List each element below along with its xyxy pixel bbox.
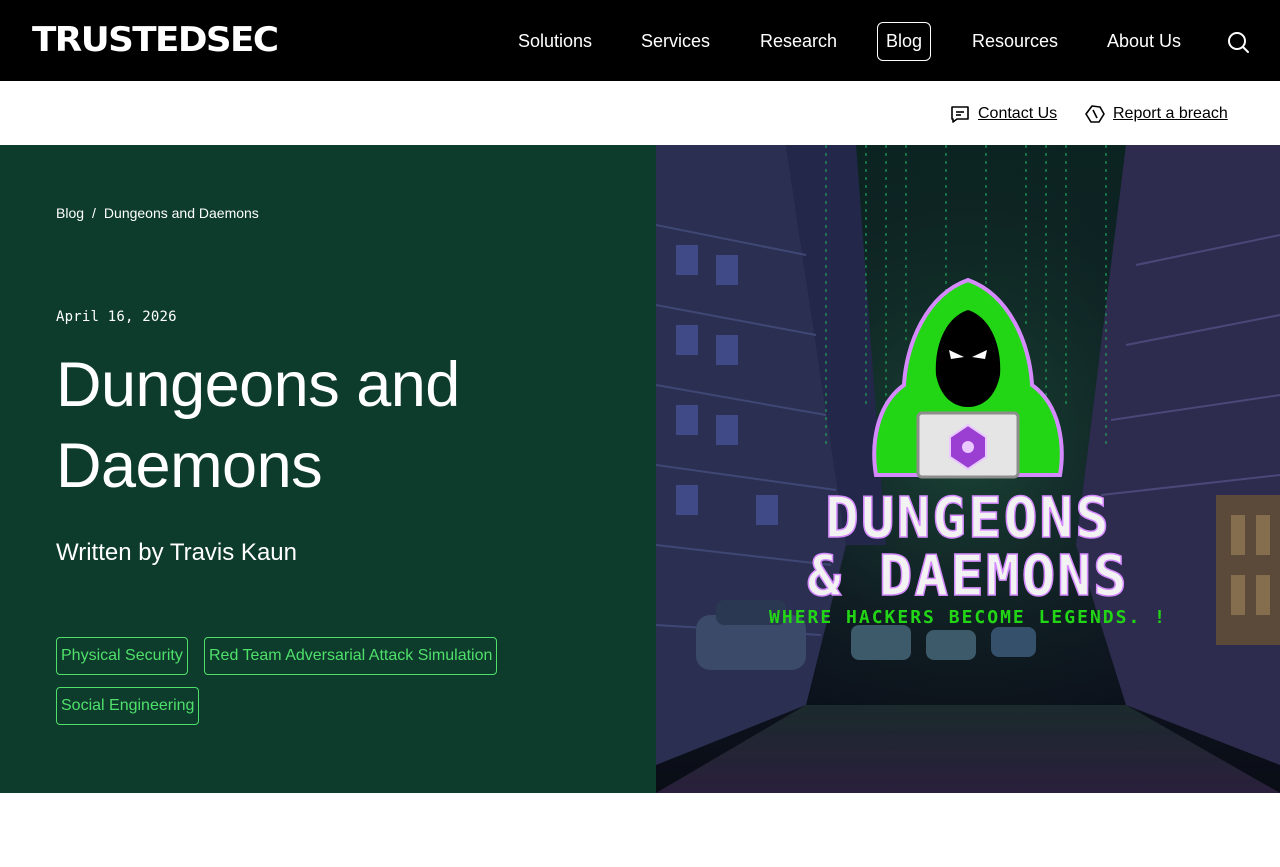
page-title-line1: Dungeons and <box>56 350 460 420</box>
nav-solutions[interactable]: Solutions <box>509 22 601 61</box>
blog-hero: Blog / Dungeons and Daemons April 16, 20… <box>0 145 1280 793</box>
page-title: Dungeons and Daemons <box>56 345 616 507</box>
nav-blog[interactable]: Blog <box>877 22 932 61</box>
hero-image: DUNGEONS & DAEMONS WHERE HACKERS BECOME … <box>656 145 1280 793</box>
hero-headline-line1: DUNGEONS <box>825 486 1111 551</box>
breadcrumb-blog[interactable]: Blog <box>56 205 84 221</box>
breadcrumb-current[interactable]: Dungeons and Daemons <box>104 205 259 221</box>
search-button[interactable] <box>1224 28 1252 56</box>
alert-hexagon-icon <box>1085 105 1105 123</box>
post-date: April 16, 2026 <box>56 309 177 325</box>
page-title-line2: Daemons <box>56 431 323 501</box>
chat-icon <box>951 106 969 123</box>
tag-red-team[interactable]: Red Team Adversarial Attack Simulation <box>204 637 498 675</box>
post-author: Written by Travis Kaun <box>56 539 297 566</box>
search-icon <box>1228 32 1249 53</box>
breadcrumb-separator: / <box>92 205 96 221</box>
report-breach-label: Report a breach <box>1113 105 1228 122</box>
nav-resources[interactable]: Resources <box>963 22 1067 61</box>
utility-bar: Contact Us Report a breach <box>0 81 1280 145</box>
tag-physical-security[interactable]: Physical Security <box>56 637 188 675</box>
tag-social-engineering[interactable]: Social Engineering <box>56 687 200 725</box>
nav-about-us[interactable]: About Us <box>1098 22 1190 61</box>
hero-tagline: WHERE HACKERS BECOME LEGENDS. ! <box>769 607 1167 628</box>
nav-research[interactable]: Research <box>751 22 846 61</box>
dungeons-daemons-illustration: DUNGEONS & DAEMONS WHERE HACKERS BECOME … <box>656 145 1280 793</box>
hero-headline-line2: & DAEMONS <box>807 544 1128 609</box>
contact-us-label: Contact Us <box>978 105 1058 122</box>
breadcrumb: Blog / Dungeons and Daemons <box>56 205 259 221</box>
nav-services[interactable]: Services <box>632 22 719 61</box>
top-navigation-bar: TRUSTEDSEC Solutions Services Research B… <box>0 0 1280 81</box>
main-nav: Solutions Services Research Blog Resourc… <box>0 22 1280 61</box>
report-breach-link[interactable]: Report a breach <box>1085 103 1228 125</box>
hero-text-panel: Blog / Dungeons and Daemons April 16, 20… <box>0 145 656 793</box>
contact-us-link[interactable]: Contact Us <box>950 103 1057 125</box>
